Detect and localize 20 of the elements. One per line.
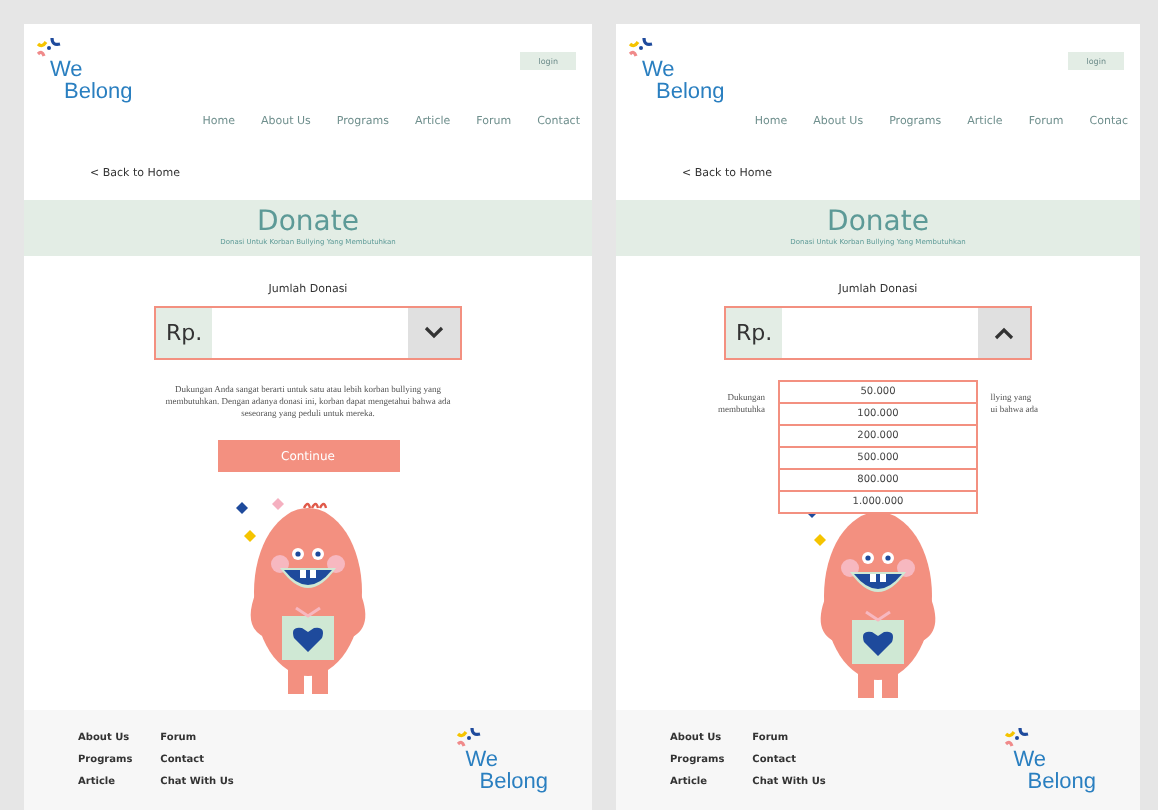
amount-select[interactable]: Rp.	[154, 306, 462, 360]
amount-select[interactable]: Rp.	[724, 306, 1032, 360]
dropdown-toggle[interactable]	[978, 308, 1030, 358]
page-title: Donate	[257, 206, 359, 238]
logo-text: We	[1011, 750, 1049, 772]
currency-label: Rp.	[156, 308, 213, 358]
logo-text: Belong	[477, 772, 548, 794]
logo-text: Belong	[1025, 772, 1096, 794]
logo-mark-icon	[36, 36, 64, 60]
currency-label: Rp.	[726, 308, 783, 358]
logo-text: We	[463, 750, 501, 772]
logo-mark-icon	[1003, 726, 1032, 750]
logo-mark-icon	[628, 36, 656, 60]
logo-text: Belong	[62, 82, 133, 104]
dropdown-toggle[interactable]	[408, 308, 460, 358]
logo-text: We	[640, 60, 677, 82]
logo-text: Belong	[654, 82, 725, 104]
logo-text: We	[48, 60, 85, 82]
logo-mark-icon	[455, 726, 484, 750]
page-title: Donate	[827, 206, 929, 238]
